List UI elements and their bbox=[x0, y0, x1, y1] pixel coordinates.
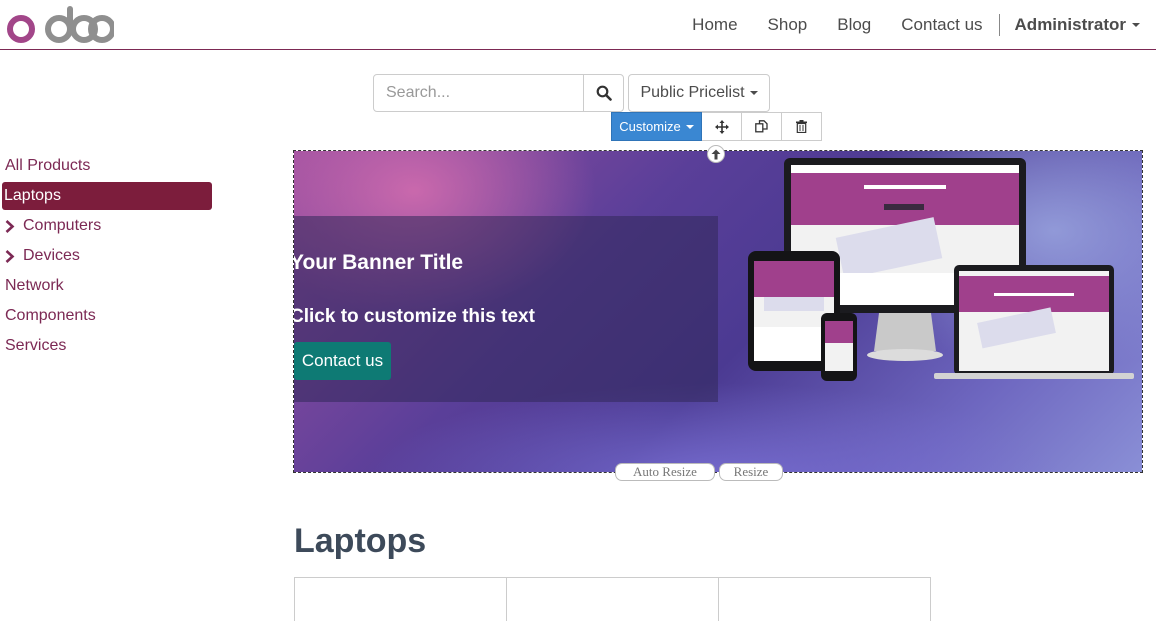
search-button[interactable] bbox=[584, 75, 623, 111]
search-icon bbox=[596, 85, 612, 101]
nav-contact-us[interactable]: Contact us bbox=[886, 15, 997, 35]
nav-home[interactable]: Home bbox=[677, 15, 752, 35]
category-network[interactable]: Network bbox=[0, 271, 214, 301]
pricelist-label: Public Pricelist bbox=[640, 84, 745, 101]
resize-controls: Auto Resize Resize bbox=[615, 463, 783, 481]
customize-label: Customize bbox=[619, 119, 681, 134]
category-label: Components bbox=[5, 307, 96, 324]
devices-illustration bbox=[748, 158, 1134, 381]
product-cell[interactable] bbox=[719, 578, 930, 621]
auto-resize-button[interactable]: Auto Resize bbox=[615, 463, 715, 481]
move-button[interactable] bbox=[702, 112, 742, 141]
top-navbar: Home Shop Blog Contact us Administrator bbox=[0, 0, 1156, 50]
customize-button[interactable]: Customize bbox=[611, 112, 702, 141]
arrow-up-icon bbox=[711, 149, 721, 159]
duplicate-button[interactable] bbox=[742, 112, 782, 141]
copy-icon bbox=[755, 120, 768, 133]
banner-text-box: Your Banner Title Click to customize thi… bbox=[294, 216, 718, 402]
chevron-down-icon bbox=[1132, 22, 1140, 27]
category-label: Laptops bbox=[4, 187, 61, 204]
banner-subtitle[interactable]: Click to customize this text bbox=[294, 306, 535, 328]
pricelist-dropdown[interactable]: Public Pricelist bbox=[628, 74, 770, 112]
category-components[interactable]: Components bbox=[0, 301, 214, 331]
category-all-products[interactable]: All Products bbox=[0, 151, 214, 181]
move-icon bbox=[714, 119, 729, 134]
odoo-logo[interactable] bbox=[6, 5, 114, 43]
search-input[interactable] bbox=[374, 75, 584, 111]
category-laptops[interactable]: Laptops bbox=[2, 182, 212, 210]
resize-button[interactable]: Resize bbox=[719, 463, 783, 481]
product-cell[interactable] bbox=[295, 578, 507, 621]
category-label: Services bbox=[5, 337, 67, 354]
chevron-down-icon bbox=[749, 91, 758, 95]
main-nav: Home Shop Blog Contact us Administrator bbox=[677, 0, 1156, 49]
category-devices[interactable]: Devices bbox=[0, 241, 214, 271]
user-menu[interactable]: Administrator bbox=[1000, 15, 1156, 35]
category-label: Network bbox=[5, 277, 64, 294]
product-search bbox=[373, 74, 624, 112]
chevron-right-icon[interactable] bbox=[5, 219, 20, 233]
category-label: All Products bbox=[5, 157, 91, 174]
nav-blog[interactable]: Blog bbox=[822, 15, 886, 35]
product-grid bbox=[294, 577, 931, 621]
product-cell[interactable] bbox=[507, 578, 719, 621]
category-services[interactable]: Services bbox=[0, 331, 214, 361]
banner-title[interactable]: Your Banner Title bbox=[294, 251, 463, 275]
chevron-right-icon[interactable] bbox=[5, 249, 20, 263]
banner-snippet[interactable]: Your Banner Title Click to customize thi… bbox=[293, 150, 1143, 473]
category-label: Computers bbox=[23, 217, 102, 234]
banner-contact-button[interactable]: Contact us bbox=[294, 342, 391, 380]
chevron-down-icon bbox=[685, 124, 694, 129]
category-sidebar: All Products Laptops Computers Devices N… bbox=[0, 151, 214, 361]
delete-button[interactable] bbox=[782, 112, 822, 141]
user-name: Administrator bbox=[1014, 14, 1126, 34]
category-computers[interactable]: Computers bbox=[0, 211, 214, 241]
category-label: Devices bbox=[23, 247, 80, 264]
category-title: Laptops bbox=[294, 522, 427, 560]
trash-icon bbox=[796, 120, 807, 133]
snippet-toolbar: Customize bbox=[611, 112, 822, 141]
nav-shop[interactable]: Shop bbox=[753, 15, 823, 35]
drag-handle[interactable] bbox=[707, 145, 725, 163]
